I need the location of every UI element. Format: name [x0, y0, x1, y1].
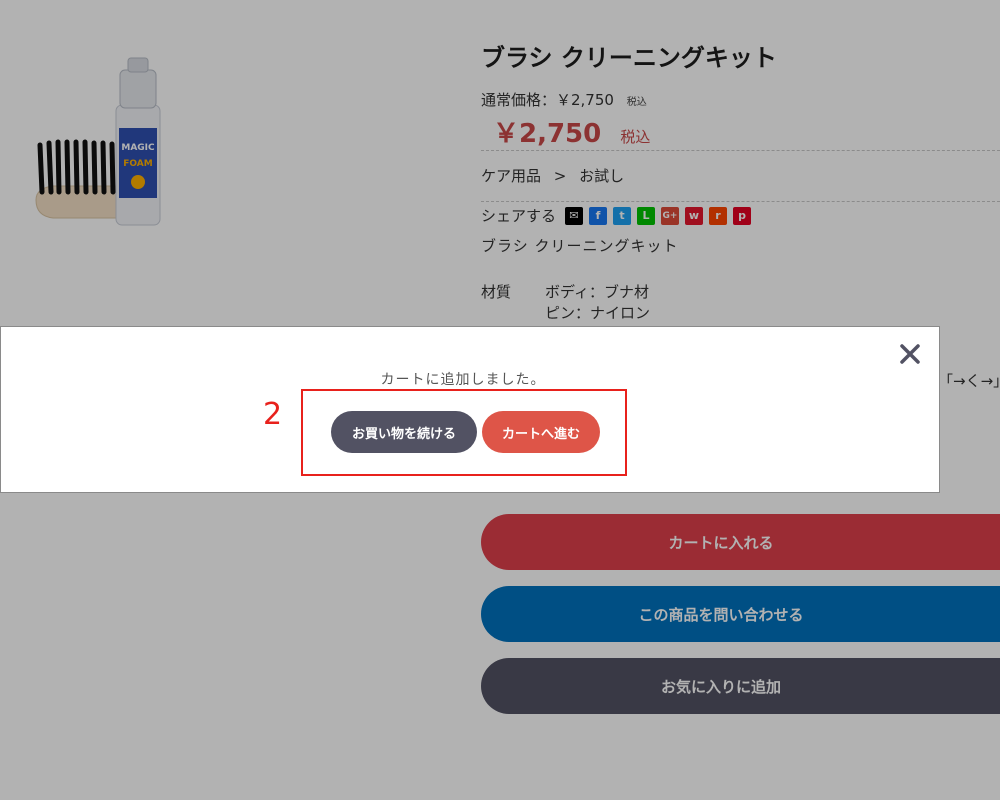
close-icon[interactable]	[897, 341, 923, 367]
annotation-step-number: 2	[263, 397, 283, 432]
annotation-highlight-box	[301, 389, 627, 476]
modal-message: カートに追加しました。	[380, 372, 546, 388]
